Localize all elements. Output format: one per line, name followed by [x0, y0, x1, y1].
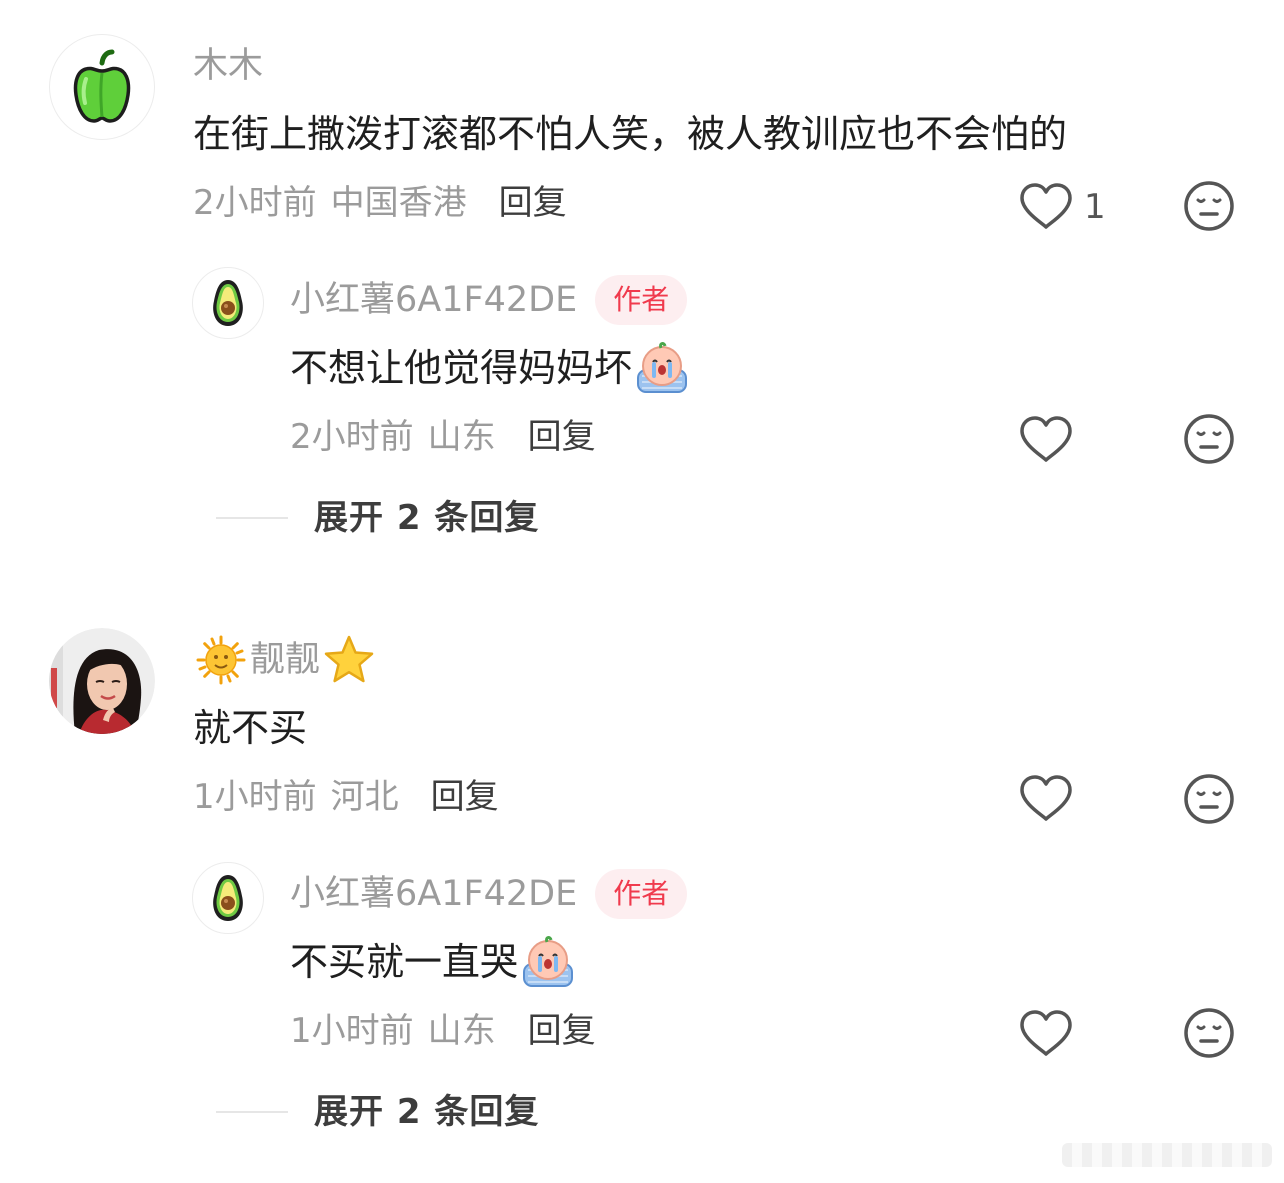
dislike-button[interactable]	[1183, 413, 1235, 465]
reply-header: 小红薯6A1F42DE 作者	[290, 869, 688, 919]
divider	[216, 517, 288, 519]
dislike-button[interactable]	[1183, 773, 1235, 825]
comment-text: 在街上撒泼打滚都不怕人笑，被人教训应也不会怕的	[193, 112, 1068, 156]
meh-face-icon	[1184, 414, 1234, 464]
comment-meta: 1小时前 河北 回复	[193, 776, 499, 818]
reply-meta: 1小时前 山东 回复	[290, 1010, 596, 1052]
avatar[interactable]	[49, 34, 155, 140]
like-button[interactable]	[1018, 1009, 1074, 1059]
expand-replies-label: 展开 2 条回复	[314, 1092, 540, 1132]
comment-location: 河北	[330, 777, 399, 817]
crying-emoji-icon	[637, 342, 688, 393]
sun-face-icon	[196, 635, 246, 685]
reply-username[interactable]: 小红薯6A1F42DE	[290, 278, 577, 322]
avatar[interactable]	[49, 628, 155, 734]
heart-icon	[1020, 183, 1072, 229]
reply-username[interactable]: 小红薯6A1F42DE	[290, 872, 577, 916]
dislike-button[interactable]	[1183, 180, 1235, 232]
like-button[interactable]	[1018, 415, 1074, 465]
expand-replies-button[interactable]: 展开 2 条回复	[216, 497, 539, 539]
reply-location: 山东	[427, 417, 496, 457]
meh-face-icon	[1184, 774, 1234, 824]
like-button[interactable]: 1	[1018, 182, 1106, 232]
author-badge: 作者	[595, 275, 688, 325]
heart-icon	[1020, 416, 1072, 462]
expand-replies-label: 展开 2 条回复	[314, 498, 540, 538]
reply-avatar[interactable]	[192, 862, 264, 934]
reply-text: 不买就一直哭	[290, 940, 519, 984]
comment-location: 中国香港	[330, 183, 467, 223]
reply-avatar[interactable]	[192, 267, 264, 339]
reply-button[interactable]: 回复	[528, 1010, 596, 1052]
comment-username[interactable]: 靓靓	[250, 638, 320, 682]
reply-text: 不想让他觉得妈妈坏	[290, 346, 633, 390]
watermark-strip	[1062, 1143, 1272, 1167]
comment-text: 就不买	[193, 706, 308, 750]
reply-button[interactable]: 回复	[499, 182, 567, 224]
meh-face-icon	[1184, 181, 1234, 231]
green-pepper-icon	[73, 49, 131, 123]
reply-content: 不想让他觉得妈妈坏	[290, 340, 690, 396]
comment-time: 2小时前	[193, 183, 317, 223]
expand-replies-button[interactable]: 展开 2 条回复	[216, 1091, 539, 1133]
woman-photo-avatar	[49, 628, 155, 734]
reply-button[interactable]: 回复	[431, 776, 499, 818]
comment-username[interactable]: 木木	[193, 44, 263, 88]
avocado-icon	[213, 875, 243, 921]
like-count: 1	[1084, 187, 1106, 227]
reply-time: 1小时前	[290, 1011, 414, 1051]
like-button[interactable]	[1018, 774, 1074, 824]
comment-username-row: 靓靓	[196, 634, 376, 686]
reply-header: 小红薯6A1F42DE 作者	[290, 275, 688, 325]
dislike-button[interactable]	[1183, 1007, 1235, 1059]
reply-meta: 2小时前 山东 回复	[290, 416, 596, 458]
reply-content: 不买就一直哭	[290, 934, 576, 990]
comment-time: 1小时前	[193, 777, 317, 817]
heart-icon	[1020, 1010, 1072, 1056]
comment-meta: 2小时前 中国香港 回复	[193, 182, 567, 224]
heart-icon	[1020, 775, 1072, 821]
divider	[216, 1111, 288, 1113]
crying-emoji-icon	[523, 936, 574, 987]
reply-time: 2小时前	[290, 417, 414, 457]
avocado-icon	[213, 280, 243, 326]
star-icon	[324, 635, 374, 683]
reply-location: 山东	[427, 1011, 496, 1051]
meh-face-icon	[1184, 1008, 1234, 1058]
reply-button[interactable]: 回复	[528, 416, 596, 458]
author-badge: 作者	[595, 869, 688, 919]
